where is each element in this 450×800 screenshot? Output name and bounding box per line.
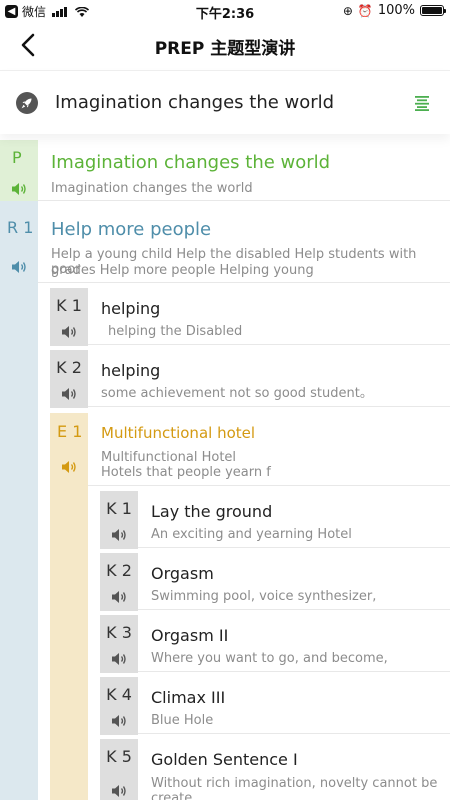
divider (88, 344, 450, 345)
key-label: K 3 (106, 623, 132, 642)
status-right: ⊕ ⏰ 100% (342, 3, 446, 18)
key-title[interactable]: Orgasm (151, 564, 214, 583)
alarm-icon: ⏰ (357, 3, 373, 18)
key-label: K 1 (56, 296, 82, 315)
key-subtitle: some achievement not so good student。 (101, 386, 373, 401)
key-label: K 4 (106, 685, 132, 704)
example-subtitle-line1: Multifunctional Hotel (101, 450, 237, 465)
reason-rail (0, 201, 38, 800)
battery-percent: 100% (377, 3, 415, 18)
example-label: E 1 (57, 422, 83, 441)
key-subtitle: Swimming pool, voice synthesizer, (151, 589, 377, 604)
reason-subtitle-line2: grades Help more people Helping young (51, 263, 314, 278)
divider (88, 406, 450, 407)
rotation-lock-icon: ⊕ (342, 3, 353, 18)
key-subtitle-line2: create (151, 791, 193, 800)
battery-icon (420, 5, 446, 16)
status-bar: ◀ 微信 下午2:36 ⊕ ⏰ 100% (0, 0, 450, 22)
speaker-icon[interactable] (11, 182, 27, 196)
key-title[interactable]: helping (101, 299, 160, 318)
outline-list-icon[interactable] (414, 95, 430, 111)
divider (138, 547, 450, 548)
key-label: K 5 (106, 747, 132, 766)
speaker-icon[interactable] (61, 460, 77, 474)
point-label: P (12, 148, 22, 167)
key-subtitle: Where you want to go, and become, (151, 651, 388, 666)
speaker-icon[interactable] (61, 325, 77, 339)
nav-bar: PREP 主题型演讲 (0, 22, 450, 68)
divider (138, 609, 450, 610)
divider (38, 200, 450, 201)
rocket-icon (16, 92, 38, 114)
reason-title[interactable]: Help more people (51, 219, 211, 240)
key-box: K 1 (50, 288, 88, 346)
page-title: PREP 主题型演讲 (154, 39, 296, 59)
key-subtitle: An exciting and yearning Hotel (151, 527, 352, 542)
speaker-icon[interactable] (111, 528, 127, 542)
divider (138, 733, 450, 734)
key-box: K 1 (100, 491, 138, 549)
example-subtitle-line2: Hotels that people yearn f (101, 465, 271, 480)
speaker-icon[interactable] (111, 652, 127, 666)
key-box: K 3 (100, 615, 138, 673)
key-box: K 4 (100, 677, 138, 735)
speaker-icon[interactable] (11, 260, 27, 274)
topic-header: Imagination changes the world (0, 70, 450, 134)
example-title[interactable]: Multifunctional hotel (101, 424, 255, 442)
speaker-icon[interactable] (111, 714, 127, 728)
topic-title: Imagination changes the world (55, 92, 335, 113)
speaker-icon[interactable] (111, 590, 127, 604)
divider (38, 282, 450, 283)
point-subtitle: Imagination changes the world (51, 181, 253, 196)
key-title[interactable]: helping (101, 361, 160, 380)
key-label: K 2 (106, 561, 132, 580)
key-title[interactable]: Golden Sentence I (151, 750, 298, 769)
key-title[interactable]: Orgasm II (151, 626, 228, 645)
speaker-icon[interactable] (111, 784, 127, 798)
divider (138, 671, 450, 672)
key-label: K 1 (106, 499, 132, 518)
divider (88, 485, 450, 486)
outline-tree: P Imagination changes the world Imaginat… (0, 140, 450, 800)
key-label: K 2 (56, 358, 82, 377)
key-subtitle-line1: Without rich imagination, novelty cannot… (151, 776, 438, 791)
key-title[interactable]: Climax III (151, 688, 225, 707)
key-box: K 2 (50, 350, 88, 408)
point-title[interactable]: Imagination changes the world (51, 152, 330, 173)
reason-label: R 1 (7, 218, 34, 237)
key-subtitle: helping the Disabled (108, 324, 243, 339)
key-subtitle: Blue Hole (151, 713, 214, 728)
speaker-icon[interactable] (61, 387, 77, 401)
key-box: K 2 (100, 553, 138, 611)
key-box: K 5 (100, 739, 138, 800)
key-title[interactable]: Lay the ground (151, 502, 272, 521)
